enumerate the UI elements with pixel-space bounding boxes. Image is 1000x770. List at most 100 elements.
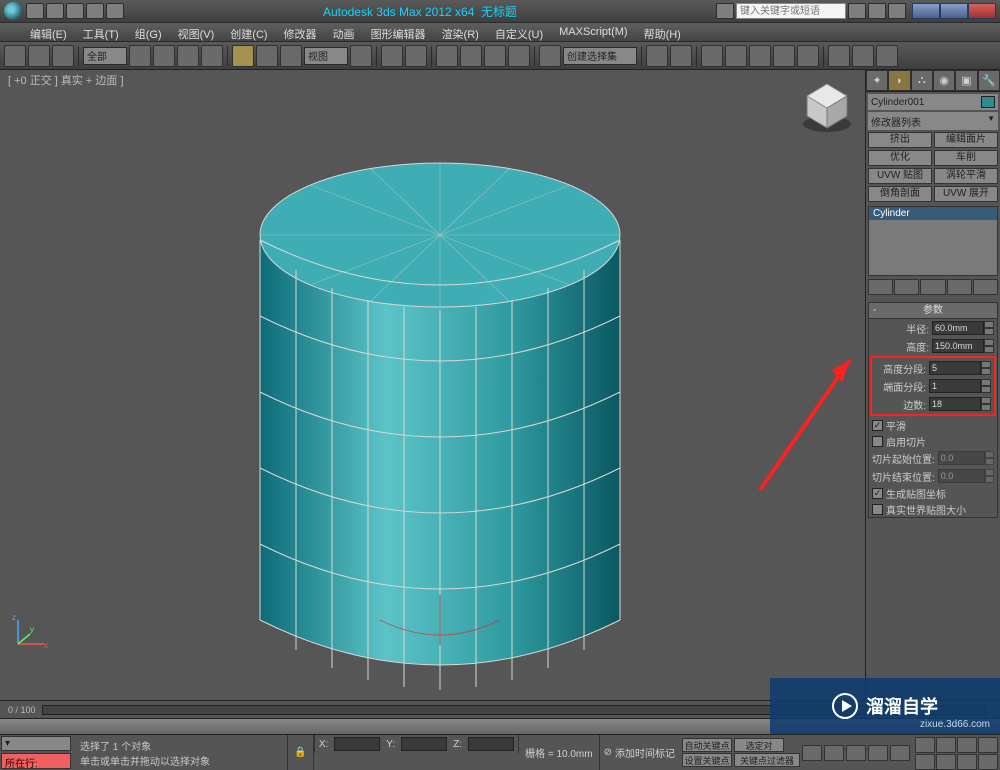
snap-2d-icon[interactable] [436,45,458,67]
spin-down-icon[interactable] [981,368,991,375]
select-region-icon[interactable] [177,45,199,67]
app-menu-icon[interactable] [4,2,22,20]
rendered-frame-icon[interactable] [852,45,874,67]
modifier-stack[interactable]: Cylinder [868,206,998,276]
z-input[interactable] [468,737,514,751]
spin-up-icon[interactable] [984,339,994,346]
named-selset-icon[interactable] [539,45,561,67]
capsegs-spinner[interactable]: 1 [929,379,981,393]
slice-checkbox[interactable] [872,436,883,447]
max-toggle-icon[interactable] [978,754,998,770]
keyboard-shortcut-icon[interactable] [405,45,427,67]
prev-frame-icon[interactable] [824,745,844,761]
modbtn-uvwmap[interactable]: UVW 贴图 [868,168,932,184]
setkey-button[interactable]: 设置关键点 [682,753,732,767]
goto-end-icon[interactable] [890,745,910,761]
viewport-label[interactable]: [ +0 正交 ] 真实 + 边面 ] [8,72,124,88]
help-icon[interactable] [848,3,866,19]
qat-undo-icon[interactable] [86,3,104,19]
smooth-checkbox[interactable] [872,420,883,431]
menu-rendering[interactable]: 渲染(R) [434,23,487,41]
modbtn-turbosmooth[interactable]: 涡轮平滑 [934,168,998,184]
menu-create[interactable]: 创建(C) [222,23,275,41]
render-production-icon[interactable] [876,45,898,67]
pin-stack-icon[interactable] [868,279,893,295]
tab-display-icon[interactable]: ▣ [955,70,977,91]
walk-icon[interactable] [936,737,956,753]
snap-percent-icon[interactable] [484,45,506,67]
height-spinner[interactable]: 150.0mm [932,339,984,353]
autokey-button[interactable]: 自动关键点 [682,738,732,752]
realworld-checkbox[interactable] [872,504,883,515]
spin-up-icon[interactable] [984,321,994,328]
object-name-field[interactable]: Cylinder001 [868,94,998,110]
zoom-extents-all-icon[interactable] [936,754,956,770]
selset-current[interactable]: 所在行: [1,753,71,769]
x-input[interactable] [334,737,380,751]
menu-group[interactable]: 组(G) [127,23,170,41]
window-crossing-icon[interactable] [201,45,223,67]
mirror-icon[interactable] [646,45,668,67]
select-object-icon[interactable] [129,45,151,67]
modbtn-lathe[interactable]: 车削 [934,150,998,166]
y-input[interactable] [401,737,447,751]
selset-lock-dropdown[interactable]: ▾ [1,736,71,751]
unlink-icon[interactable] [28,45,50,67]
sides-spinner[interactable]: 18 [929,397,981,411]
make-unique-icon[interactable] [920,279,945,295]
named-selset-dropdown[interactable]: 创建选择集 [563,47,637,65]
object-color-swatch[interactable] [981,96,995,108]
pan-icon[interactable] [915,737,935,753]
qat-redo-icon[interactable] [106,3,124,19]
search-input[interactable] [736,3,846,19]
zoom-icon[interactable] [957,737,977,753]
modbtn-unwrapuvw[interactable]: UVW 展开 [934,186,998,202]
curve-editor-icon[interactable] [749,45,771,67]
selection-filter-dropdown[interactable]: 全部 [83,47,127,65]
radius-spinner[interactable]: 60.0mm [932,321,984,335]
menu-grapheditors[interactable]: 图形编辑器 [363,23,434,41]
workspace-icon[interactable] [716,3,734,19]
stack-item-cylinder[interactable]: Cylinder [869,207,997,220]
menu-customize[interactable]: 自定义(U) [487,23,551,41]
modifier-list-dropdown[interactable]: 修改器列表 [868,112,998,130]
zoom-all-icon[interactable] [978,737,998,753]
render-setup-icon[interactable] [828,45,850,67]
select-move-icon[interactable] [232,45,254,67]
select-name-icon[interactable] [153,45,175,67]
menu-help[interactable]: 帮助(H) [636,23,689,41]
spin-up-icon[interactable] [981,397,991,404]
modbtn-bevelprofile[interactable]: 倒角剖面 [868,186,932,202]
modbtn-editpatch[interactable]: 编辑面片 [934,132,998,148]
spin-down-icon[interactable] [981,386,991,393]
snap-angle-icon[interactable] [460,45,482,67]
play-icon[interactable] [846,745,866,761]
pivot-center-icon[interactable] [350,45,372,67]
heightsegs-spinner[interactable]: 5 [929,361,981,375]
menu-edit[interactable]: 编辑(E) [22,23,75,41]
tab-hierarchy-icon[interactable]: ⛬ [911,70,933,91]
modbtn-optimize[interactable]: 优化 [868,150,932,166]
spin-down-icon[interactable] [981,404,991,411]
select-scale-icon[interactable] [280,45,302,67]
keyfilters-button[interactable]: 关键点过滤器 [734,753,800,767]
comm-center-icon[interactable] [868,3,886,19]
configure-sets-icon[interactable] [973,279,998,295]
modbtn-extrude[interactable]: 挤出 [868,132,932,148]
qat-save-icon[interactable] [66,3,84,19]
tab-motion-icon[interactable]: ◉ [933,70,955,91]
select-manipulate-icon[interactable] [381,45,403,67]
menu-modifiers[interactable]: 修改器 [276,23,325,41]
refcoord-dropdown[interactable]: 视图 [304,47,348,65]
favorites-icon[interactable] [888,3,906,19]
zoom-extents-icon[interactable] [915,754,935,770]
menu-maxscript[interactable]: MAXScript(M) [551,23,635,41]
qat-open-icon[interactable] [46,3,64,19]
spin-up-icon[interactable] [981,379,991,386]
spin-down-icon[interactable] [984,328,994,335]
selset-button[interactable]: 选定对 [734,738,784,752]
show-end-result-icon[interactable] [894,279,919,295]
select-rotate-icon[interactable] [256,45,278,67]
lock-selection-icon[interactable]: 🔒 [287,735,313,770]
minimize-button[interactable] [912,3,940,19]
